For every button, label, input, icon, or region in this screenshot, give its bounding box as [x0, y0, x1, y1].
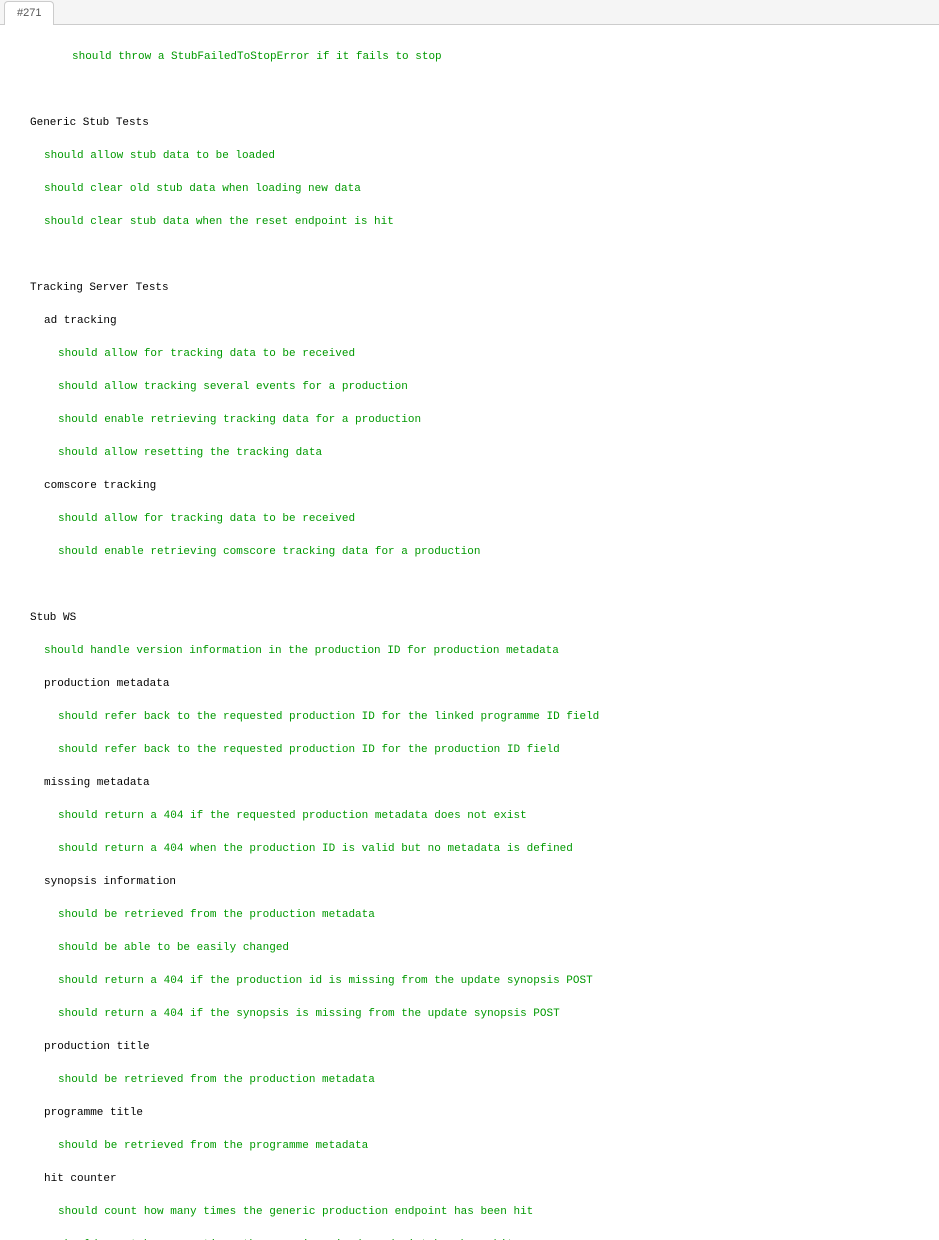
section-title: Stub WS [30, 610, 909, 627]
section-title: Tracking Server Tests [30, 280, 909, 297]
test-result: should enable retrieving comscore tracki… [30, 544, 909, 561]
test-result: should refer back to the requested produ… [30, 742, 909, 759]
test-result: should throw a StubFailedToStopError if … [30, 49, 909, 66]
subsection-title: programme title [30, 1105, 909, 1122]
test-result: should allow stub data to be loaded [30, 148, 909, 165]
test-result: should be able to be easily changed [30, 940, 909, 957]
subsection-title: comscore tracking [30, 478, 909, 495]
test-result: should be retrieved from the production … [30, 1072, 909, 1089]
test-result: should be retrieved from the production … [30, 907, 909, 924]
subsection-title: synopsis information [30, 874, 909, 891]
subsection-title: missing metadata [30, 775, 909, 792]
tab-build[interactable]: #271 [4, 1, 54, 25]
test-result: should return a 404 if the production id… [30, 973, 909, 990]
test-result: should return a 404 if the requested pro… [30, 808, 909, 825]
subsection-title: production title [30, 1039, 909, 1056]
test-result: should clear old stub data when loading … [30, 181, 909, 198]
test-result: should allow for tracking data to be rec… [30, 346, 909, 363]
test-result: should refer back to the requested produ… [30, 709, 909, 726]
test-result: should count how many times the generic … [30, 1204, 909, 1221]
test-result: should allow resetting the tracking data [30, 445, 909, 462]
test-result: should clear stub data when the reset en… [30, 214, 909, 231]
test-result: should allow for tracking data to be rec… [30, 511, 909, 528]
test-result: should count how many times the generic … [30, 1237, 909, 1240]
subsection-title: production metadata [30, 676, 909, 693]
test-result: should return a 404 when the production … [30, 841, 909, 858]
test-result: should return a 404 if the synopsis is m… [30, 1006, 909, 1023]
test-result: should allow tracking several events for… [30, 379, 909, 396]
console-output: should throw a StubFailedToStopError if … [0, 25, 939, 1240]
tab-bar: #271 [0, 0, 939, 25]
test-result: should handle version information in the… [30, 643, 909, 660]
test-result: should enable retrieving tracking data f… [30, 412, 909, 429]
test-result: should be retrieved from the programme m… [30, 1138, 909, 1155]
section-title: Generic Stub Tests [30, 115, 909, 132]
subsection-title: ad tracking [30, 313, 909, 330]
subsection-title: hit counter [30, 1171, 909, 1188]
